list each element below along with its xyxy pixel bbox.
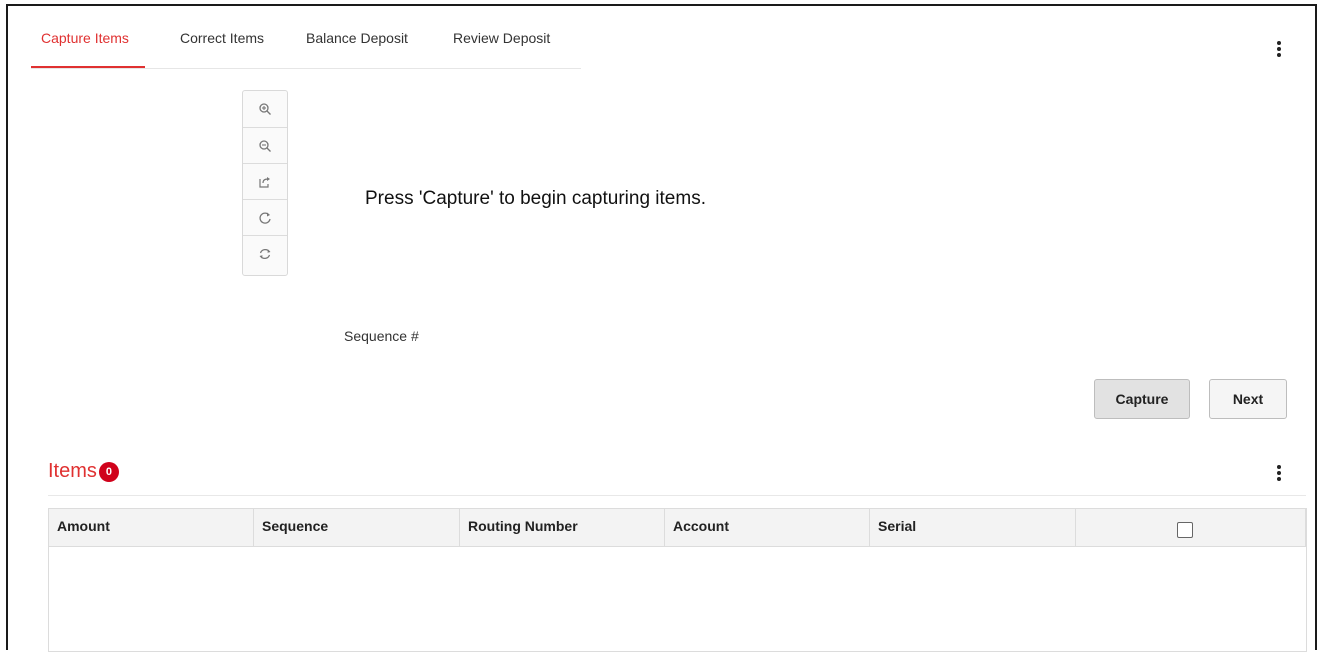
tab-review-deposit[interactable]: Review Deposit (453, 26, 550, 66)
page-more-menu-icon[interactable] (1274, 40, 1284, 58)
items-divider (48, 495, 1306, 496)
tab-bar: Capture Items Correct Items Balance Depo… (31, 26, 581, 69)
app-frame: Capture Items Correct Items Balance Depo… (6, 4, 1317, 652)
select-all-checkbox[interactable] (1177, 522, 1193, 538)
tab-balance-deposit[interactable]: Balance Deposit (306, 26, 408, 66)
table-body (49, 547, 1306, 651)
zoom-in-icon[interactable] (243, 91, 287, 127)
sequence-label: Sequence # (344, 328, 419, 344)
capture-button[interactable]: Capture (1094, 379, 1190, 419)
items-title: Items (48, 460, 97, 482)
next-button[interactable]: Next (1209, 379, 1287, 419)
zoom-out-icon[interactable] (243, 127, 287, 163)
flip-icon[interactable] (243, 163, 287, 199)
column-header-routing-number[interactable]: Routing Number (460, 509, 665, 546)
column-header-sequence[interactable]: Sequence (254, 509, 460, 546)
image-toolbar (242, 90, 288, 276)
rotate-icon[interactable] (243, 199, 287, 235)
items-more-menu-icon[interactable] (1274, 464, 1284, 482)
tab-correct-items[interactable]: Correct Items (180, 26, 264, 66)
column-header-account[interactable]: Account (665, 509, 870, 546)
refresh-icon[interactable] (243, 235, 287, 271)
items-table: Amount Sequence Routing Number Account S… (48, 508, 1307, 652)
column-header-serial[interactable]: Serial (870, 509, 1076, 546)
tab-capture-items[interactable]: Capture Items (31, 26, 145, 68)
items-count-badge: 0 (98, 461, 119, 482)
column-header-amount[interactable]: Amount (49, 509, 254, 546)
table-header: Amount Sequence Routing Number Account S… (49, 509, 1306, 547)
capture-instructions: Press 'Capture' to begin capturing items… (365, 188, 706, 209)
items-heading: Items 0 (48, 460, 119, 483)
